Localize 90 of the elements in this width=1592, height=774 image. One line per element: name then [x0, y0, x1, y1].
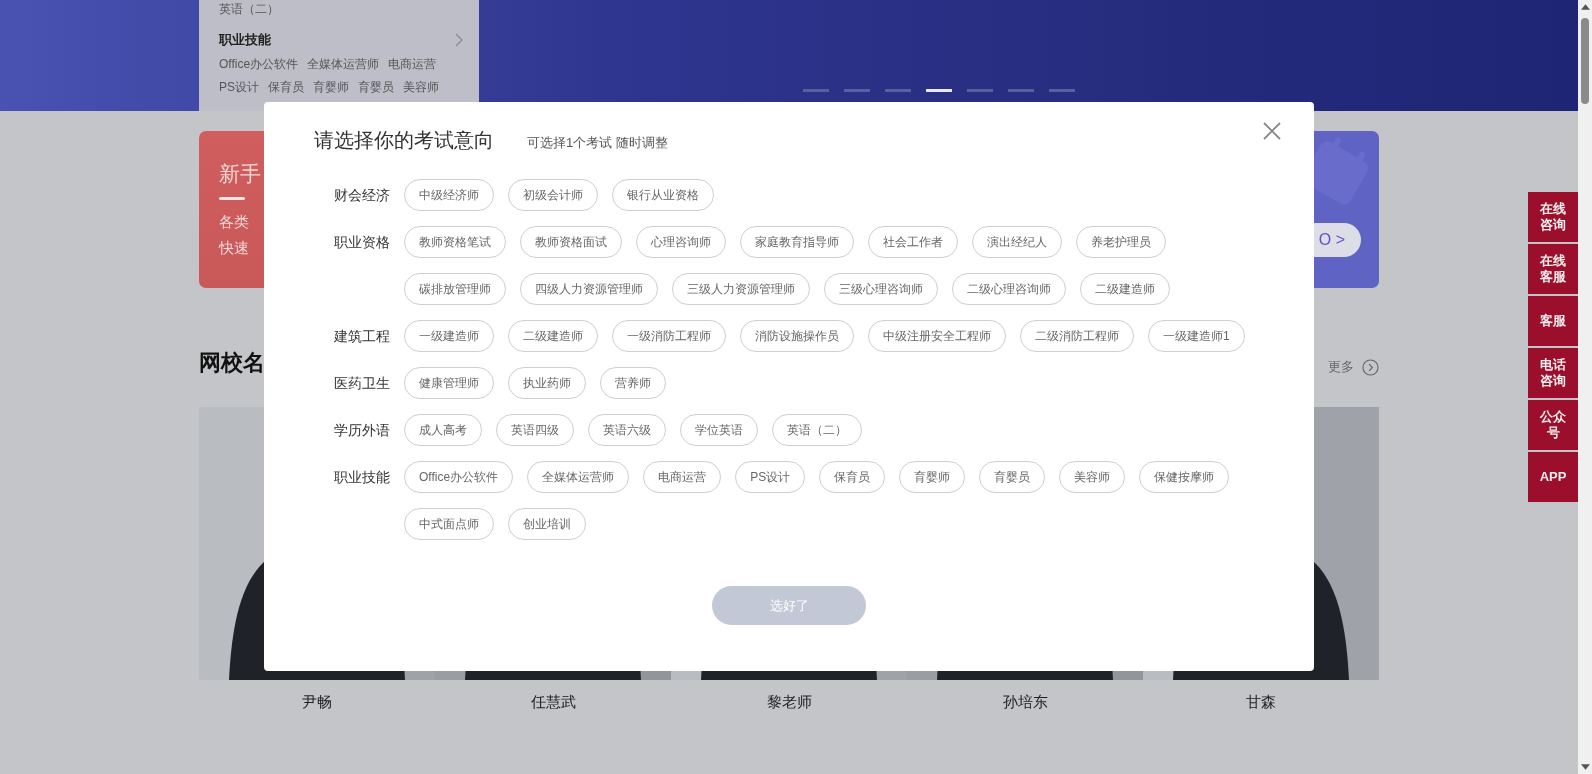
teacher-name: 任慧武: [530, 693, 576, 712]
chevron-circle-icon: [1362, 358, 1379, 376]
exam-tag[interactable]: 银行从业资格: [612, 179, 714, 211]
carousel-indicator[interactable]: [844, 89, 870, 92]
exam-tag[interactable]: 一级建造师: [404, 320, 494, 352]
dialog-title: 请选择你的考试意向: [314, 128, 494, 153]
category-label: 建筑工程: [333, 327, 390, 346]
teacher-name: 尹畅: [302, 693, 332, 712]
chevron-right-icon: [455, 33, 463, 47]
exam-tag[interactable]: 消防设施操作员: [740, 320, 854, 352]
carousel-indicator[interactable]: [885, 89, 911, 92]
menu-link[interactable]: 育婴师: [313, 79, 349, 95]
exam-tag[interactable]: Office办公软件: [404, 461, 514, 493]
exam-tag[interactable]: 一级消防工程师: [612, 320, 726, 352]
teacher-name: 孙培东: [1002, 693, 1048, 712]
exam-tag[interactable]: 初级会计师: [508, 179, 598, 211]
more-link[interactable]: 更多: [1328, 358, 1354, 376]
category-label: 职业资格: [333, 233, 390, 252]
exam-tag[interactable]: 二级建造师: [1080, 273, 1170, 305]
card-text: 各类: [219, 212, 249, 232]
card-text: 快速: [219, 238, 249, 258]
exam-tag[interactable]: 四级人力资源管理师: [520, 273, 658, 305]
exam-tag[interactable]: 育婴师: [899, 461, 966, 493]
exam-tag[interactable]: 教师资格面试: [520, 226, 622, 258]
exam-tag[interactable]: 全媒体运营师: [527, 461, 630, 493]
sidebar-button[interactable]: 客服: [1528, 296, 1578, 346]
exam-tag[interactable]: 学位英语: [680, 414, 758, 446]
exam-tag[interactable]: 中式面点师: [404, 508, 494, 540]
scroll-down-icon[interactable]: [1580, 764, 1590, 770]
exam-tag[interactable]: 创业培训: [508, 508, 586, 540]
menu-link[interactable]: 英语（二）: [219, 1, 463, 17]
exam-tag[interactable]: 成人高考: [404, 414, 482, 446]
category-label: 职业技能: [333, 468, 390, 487]
exam-tag[interactable]: 英语四级: [496, 414, 574, 446]
menu-link[interactable]: Office办公软件: [219, 56, 299, 72]
card-title: 新手: [219, 161, 261, 187]
exam-tag[interactable]: 社会工作者: [868, 226, 958, 258]
exam-tag[interactable]: 演出经纪人: [972, 226, 1062, 258]
exam-tag[interactable]: 一级建造师1: [1148, 320, 1245, 352]
menu-link[interactable]: PS设计: [219, 79, 259, 95]
menu-link[interactable]: 电商运营: [388, 56, 437, 72]
menu-link[interactable]: 全媒体运营师: [307, 56, 380, 72]
category-label: 财会经济: [333, 186, 390, 205]
carousel-indicator[interactable]: [926, 89, 952, 92]
exam-tag[interactable]: 家庭教育指导师: [740, 226, 854, 258]
exam-tag[interactable]: 中级经济师: [404, 179, 494, 211]
exam-tag[interactable]: 二级消防工程师: [1020, 320, 1134, 352]
exam-tag[interactable]: 营养师: [600, 367, 666, 399]
exam-tag[interactable]: 养老护理员: [1076, 226, 1166, 258]
menu-link[interactable]: 育婴员: [358, 79, 394, 95]
exam-tag[interactable]: 美容师: [1059, 461, 1126, 493]
exam-tag[interactable]: 保健按摩师: [1139, 461, 1230, 493]
dialog-subtitle: 可选择1个考试 随时调整: [527, 134, 668, 152]
menu-link[interactable]: 保育员: [268, 79, 304, 95]
menu-heading[interactable]: 职业技能: [219, 31, 271, 49]
exam-tag[interactable]: 中级注册安全工程师: [868, 320, 1006, 352]
exam-tag[interactable]: 教师资格笔试: [404, 226, 506, 258]
sidebar-button[interactable]: 电话咨询: [1528, 348, 1578, 398]
exam-tag[interactable]: 育婴员: [979, 461, 1046, 493]
sidebar-button[interactable]: 公众号: [1528, 400, 1578, 450]
carousel-indicator[interactable]: [967, 89, 993, 92]
exam-tag[interactable]: 执业药师: [508, 367, 586, 399]
carousel-indicator[interactable]: [803, 89, 829, 92]
close-icon[interactable]: [1263, 122, 1281, 140]
category-label: 学历外语: [333, 421, 390, 440]
sidebar-button[interactable]: APP: [1528, 452, 1578, 502]
teacher-name: 甘森: [1246, 693, 1276, 712]
section-title: 网校名: [199, 349, 265, 377]
category-label: 医药卫生: [333, 374, 390, 393]
exam-tag[interactable]: 健康管理师: [404, 367, 494, 399]
scrollbar-thumb[interactable]: [1581, 18, 1589, 104]
exam-tag[interactable]: 碳排放管理师: [404, 273, 506, 305]
exam-tag[interactable]: 二级建造师: [508, 320, 598, 352]
teacher-name: 黎老师: [766, 693, 812, 712]
menu-link[interactable]: 美容师: [403, 79, 439, 95]
exam-tag[interactable]: 二级心理咨询师: [952, 273, 1066, 305]
scroll-up-icon[interactable]: [1580, 4, 1590, 10]
sidebar-button[interactable]: 在线咨询: [1528, 192, 1578, 242]
exam-tag[interactable]: 英语（二）: [772, 414, 862, 446]
sidebar-button[interactable]: 在线客服: [1528, 244, 1578, 294]
scrollbar[interactable]: [1578, 0, 1592, 774]
exam-tag[interactable]: 心理咨询师: [636, 226, 726, 258]
carousel-indicator[interactable]: [1008, 89, 1034, 92]
exam-tag[interactable]: 英语六级: [588, 414, 666, 446]
exam-tag[interactable]: 三级人力资源管理师: [672, 273, 810, 305]
exam-tag[interactable]: PS设计: [735, 461, 806, 493]
exam-tag[interactable]: 三级心理咨询师: [824, 273, 938, 305]
carousel-indicator[interactable]: [1049, 89, 1075, 92]
exam-tag[interactable]: 保育员: [819, 461, 886, 493]
exam-tag[interactable]: 电商运营: [643, 461, 722, 493]
